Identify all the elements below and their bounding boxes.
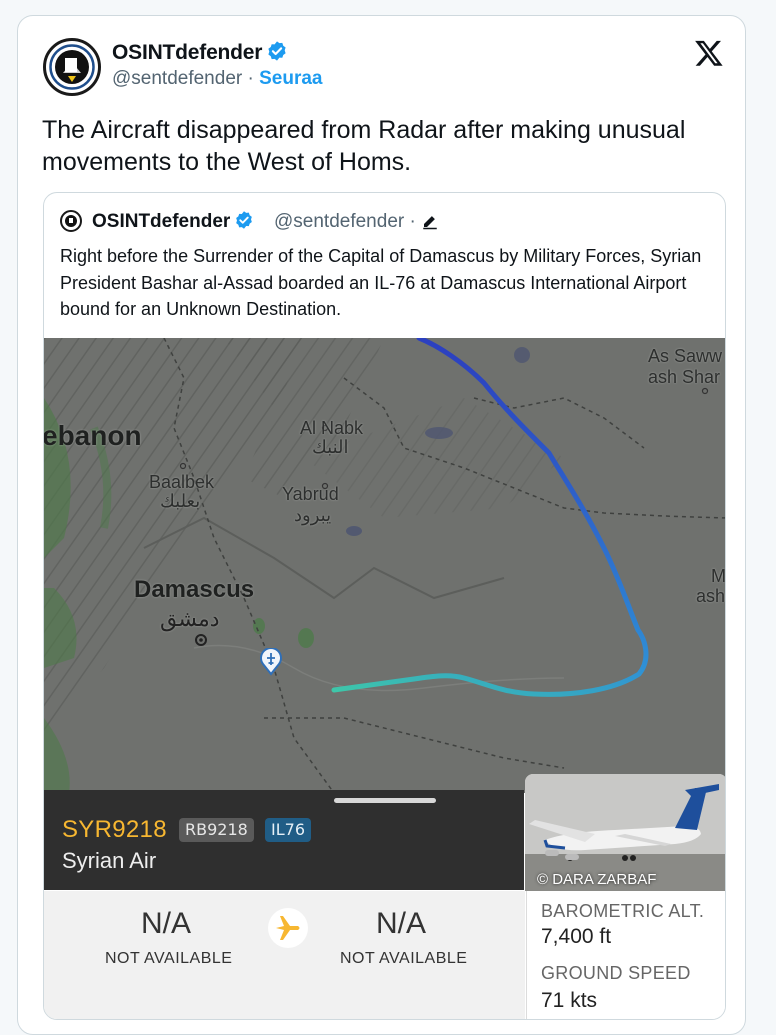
map-label-baalbek: Baalbek — [149, 472, 215, 492]
quoted-author-avatar[interactable] — [60, 210, 82, 232]
route-box: N/A NOT AVAILABLE N/A NOT AVAILABLE — [44, 891, 525, 1019]
verified-badge-icon — [268, 41, 286, 61]
flight-callsign: SYR9218 — [62, 816, 167, 843]
handle-separator: · — [242, 68, 260, 89]
map-label-yabrud: Yabrud — [282, 484, 339, 504]
barometric-altitude-value: 7,400 ft — [541, 925, 612, 948]
map-label-m: M — [711, 566, 726, 586]
origin-label: NOT AVAILABLE — [105, 950, 233, 967]
edited-pencil-icon[interactable] — [421, 212, 439, 230]
quoted-author-handle-row: @sentdefender · — [274, 211, 439, 233]
registration-tag: RB9218 — [179, 818, 254, 842]
handle-separator: · — [404, 211, 422, 232]
barometric-altitude-label: BAROMETRIC ALT. — [541, 901, 705, 921]
airport-marker-icon[interactable] — [260, 648, 282, 676]
x-logo-icon[interactable] — [694, 38, 724, 68]
tweet-card[interactable]: OSINTdefender @sentdefender · Seuraa The… — [17, 15, 746, 1035]
ground-speed-value: 71 kts — [541, 989, 598, 1012]
quoted-author-name[interactable]: OSINTdefender — [92, 210, 254, 233]
author-avatar[interactable] — [43, 38, 101, 96]
drag-handle[interactable] — [334, 798, 436, 803]
destination-value: N/A — [376, 907, 427, 940]
author-name[interactable]: OSINTdefender — [112, 40, 288, 65]
quoted-tweet[interactable]: OSINTdefender @sentdefender · Right befo… — [43, 192, 726, 1020]
photo-credit: © DARA ZARBAF — [537, 871, 657, 888]
airline-name: Syrian Air — [62, 848, 157, 873]
map-label-damascus-arabic: دمشق — [160, 606, 220, 631]
flight-info-panel[interactable]: SYR9218 RB9218 IL76 Syrian Air © DARA ZA… — [44, 774, 725, 1019]
verified-badge-icon — [236, 211, 253, 229]
aircraft-photo[interactable]: © DARA ZARBAF — [525, 774, 725, 891]
map-label-ash-shar: ash Shar — [648, 367, 721, 387]
avatar-logo-icon — [65, 215, 77, 227]
aircraft-type-tag: IL76 — [265, 818, 311, 842]
author-handle-row: @sentdefender · Seuraa — [112, 68, 322, 90]
tweet-text: The Aircraft disappeared from Radar afte… — [42, 116, 686, 176]
quoted-author-handle[interactable]: @sentdefender — [274, 211, 404, 232]
map-label-as-sawwa: As Saww — [648, 346, 723, 366]
map-label-al-nabk-arabic: النبك — [312, 437, 349, 457]
map-label-lebanon: ebanon — [44, 420, 142, 451]
author-handle[interactable]: @sentdefender — [112, 68, 242, 89]
follow-button[interactable]: Seuraa — [259, 68, 322, 89]
flight-header: SYR9218 RB9218 IL76 Syrian Air — [44, 790, 524, 890]
destination-label: NOT AVAILABLE — [340, 950, 468, 967]
quoted-tweet-text: Right before the Surrender of the Capita… — [60, 246, 702, 319]
map-label-yabrud-arabic: يبرود — [294, 505, 332, 525]
airplane-icon — [276, 916, 300, 940]
map-label-al-nabk: Al Nabk — [300, 418, 364, 438]
map-label-damascus: Damascus — [134, 576, 255, 603]
flight-map[interactable]: ebanon Al Nabk النبك Baalbek بعلبك Yabru… — [44, 338, 726, 793]
route-plane-badge — [268, 908, 308, 948]
map-label-baalbek-arabic: بعلبك — [160, 491, 201, 511]
map-terrain — [44, 338, 725, 793]
avatar-logo-icon — [47, 42, 97, 92]
flight-stats: BAROMETRIC ALT. 7,400 ft GROUND SPEED 71… — [526, 891, 725, 1019]
ground-speed-label: GROUND SPEED — [541, 963, 691, 983]
origin-value: N/A — [141, 907, 192, 940]
map-label-ash: ash — [696, 586, 726, 606]
